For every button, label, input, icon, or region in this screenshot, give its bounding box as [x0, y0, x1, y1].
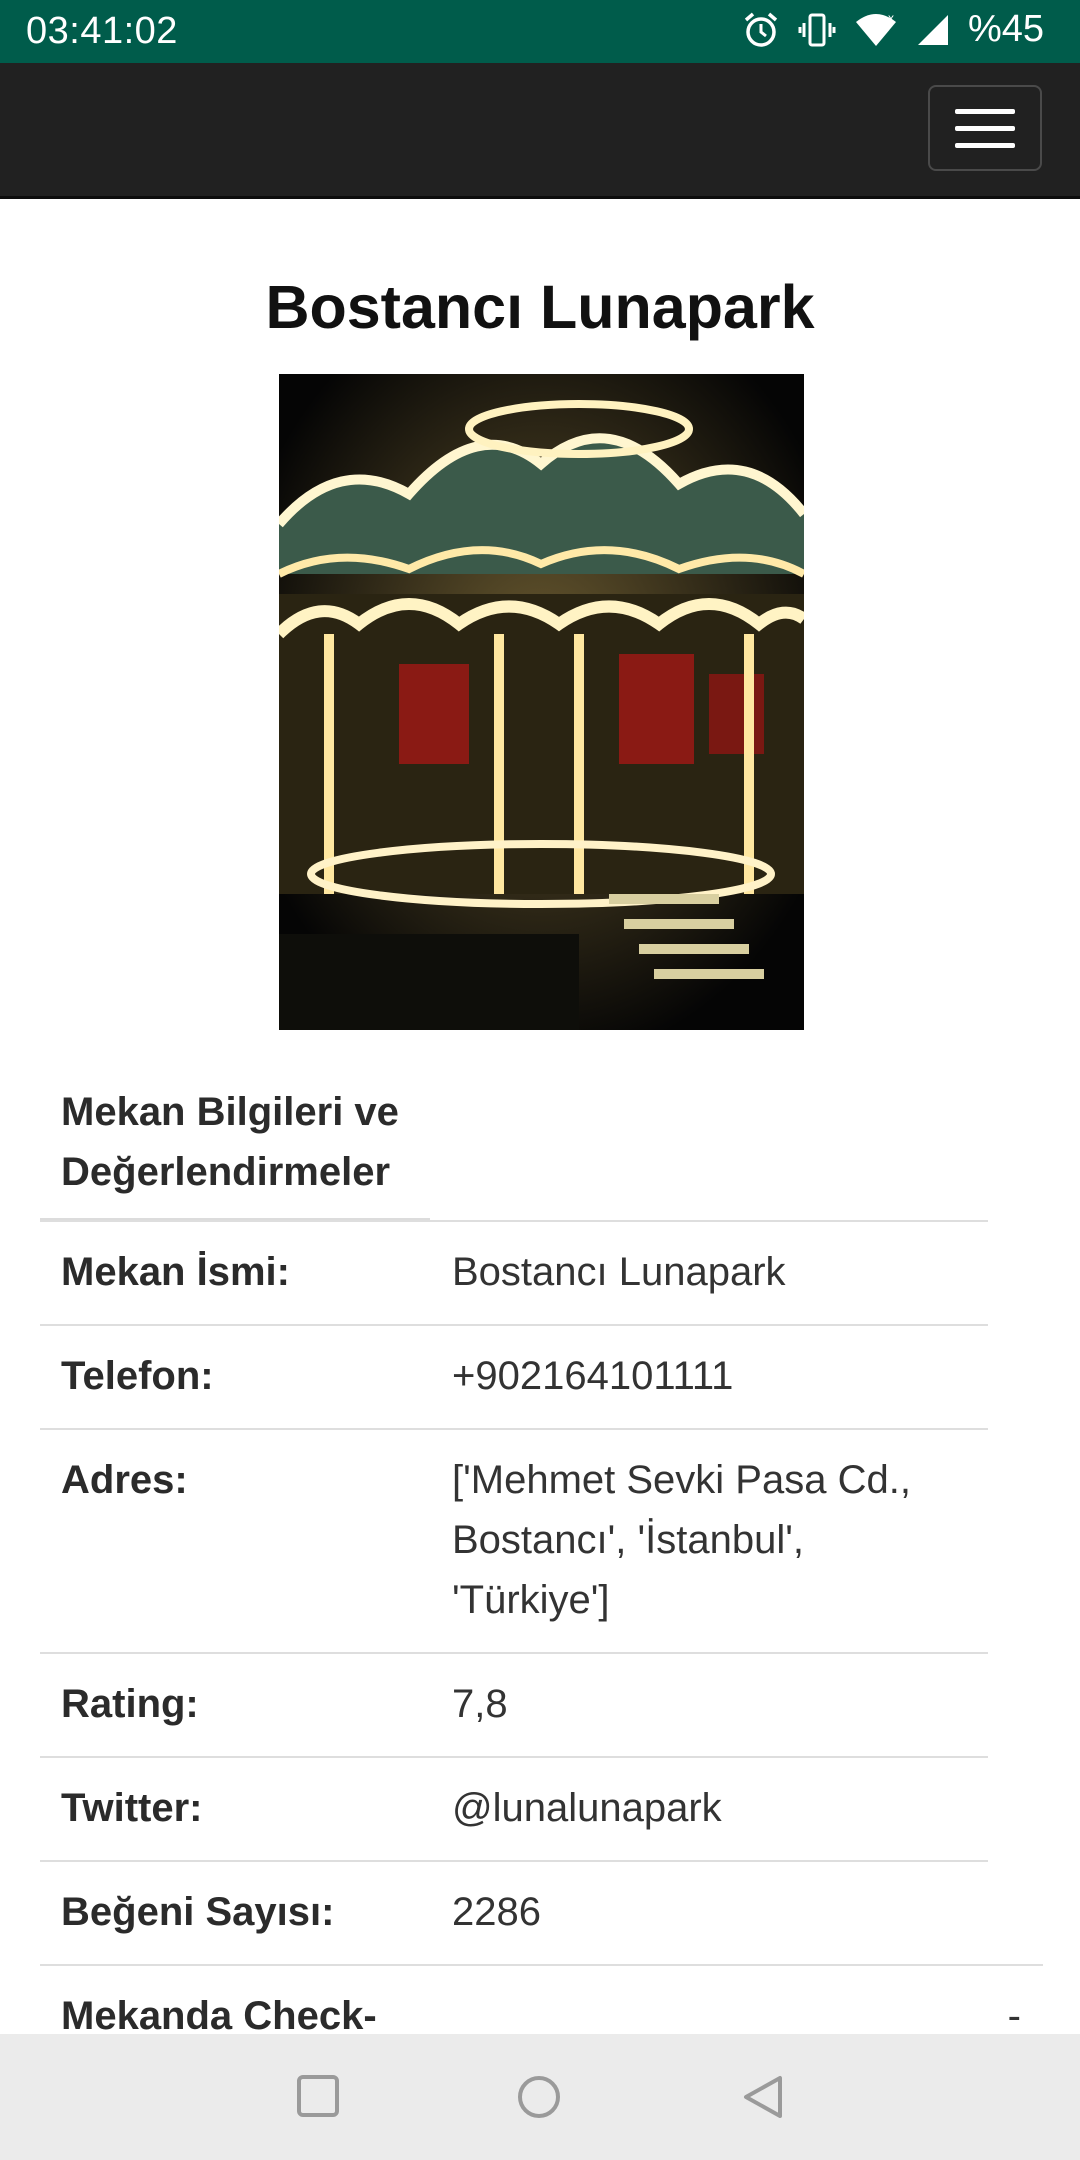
menu-icon-bar	[955, 142, 1015, 148]
row-label: Beğeni Sayısı:	[61, 1890, 335, 1934]
row-value[interactable]: @lunalunapark	[452, 1778, 972, 1838]
status-time: 03:41:02	[26, 10, 178, 52]
svg-text:x: x	[888, 12, 894, 25]
menu-toggle-button[interactable]	[928, 85, 1042, 171]
table-row: Mekan İsmi: Bostancı Lunapark	[40, 1220, 988, 1324]
wifi-icon: x	[854, 12, 898, 48]
alarm-icon	[742, 11, 780, 49]
row-value: ['Mehmet Sevki Pasa Cd., Bostancı', 'İst…	[452, 1458, 911, 1622]
battery-label: %45	[967, 8, 1044, 50]
vibrate-icon	[798, 11, 836, 49]
row-label: Adres:	[61, 1458, 188, 1502]
system-navigation-bar	[0, 2034, 1080, 2160]
row-value: 7,8	[452, 1682, 508, 1726]
place-photo	[279, 374, 804, 1030]
row-label: Mekan İsmi:	[61, 1250, 290, 1294]
page-title: Bostancı Lunapark	[265, 273, 815, 341]
menu-icon-bar	[955, 108, 1015, 114]
home-button[interactable]	[516, 2074, 562, 2125]
section-heading: Mekan Bilgileri ve Değerlendirmeler	[40, 1076, 430, 1222]
table-row: Adres: ['Mehmet Sevki Pasa Cd., Bostancı…	[40, 1428, 988, 1652]
signal-icon	[916, 13, 950, 47]
back-button[interactable]	[740, 2074, 786, 2125]
row-value[interactable]: +902164101111	[452, 1346, 972, 1406]
row-label: Telefon:	[61, 1354, 214, 1398]
row-label: Twitter:	[61, 1786, 203, 1830]
recent-apps-button[interactable]	[296, 2074, 340, 2123]
table-row: Rating: 7,8	[40, 1652, 988, 1756]
status-bar: 03:41:02 x %45	[0, 0, 1080, 63]
table-row: Beğeni Sayısı: 2286	[40, 1860, 988, 1964]
table-row: Twitter: @lunalunapark	[40, 1756, 988, 1860]
menu-icon-bar	[955, 125, 1015, 131]
top-navbar	[0, 63, 1080, 199]
table-row: Telefon: +902164101111	[40, 1324, 988, 1428]
status-icons: x %45	[742, 8, 1044, 51]
row-value: 2286	[452, 1890, 541, 1934]
row-label: Rating:	[61, 1682, 199, 1726]
row-value: Bostancı Lunapark	[452, 1250, 786, 1294]
